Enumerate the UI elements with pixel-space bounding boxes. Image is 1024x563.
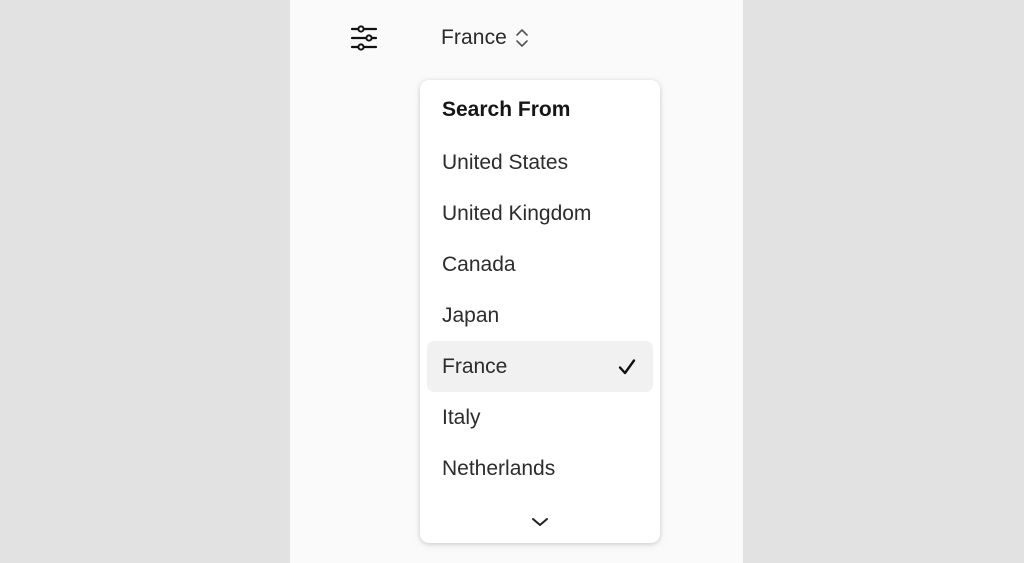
country-option[interactable]: United Kingdom bbox=[427, 188, 653, 239]
country-option[interactable]: Netherlands bbox=[427, 443, 653, 494]
sliders-icon bbox=[350, 25, 378, 51]
country-option[interactable]: France bbox=[427, 341, 653, 392]
country-option-label: Japan bbox=[442, 304, 500, 327]
dropdown-title: Search From bbox=[442, 98, 571, 121]
country-dropdown-menu: Search From United States United Kingdom C… bbox=[420, 80, 660, 543]
filter-settings-button[interactable] bbox=[346, 22, 382, 54]
country-option-label: France bbox=[442, 355, 508, 378]
country-option-label: Netherlands bbox=[442, 457, 556, 480]
country-options-list: United States United Kingdom Canada Japan Fr… bbox=[427, 137, 653, 494]
country-option-label: Italy bbox=[442, 406, 481, 429]
country-option-label: United Kingdom bbox=[442, 202, 592, 225]
country-option-label: Canada bbox=[442, 253, 516, 276]
selected-country-label: France bbox=[441, 26, 507, 49]
country-option[interactable]: Canada bbox=[427, 239, 653, 290]
country-option[interactable]: Japan bbox=[427, 290, 653, 341]
checkmark-icon bbox=[618, 359, 636, 375]
country-option[interactable]: Italy bbox=[427, 392, 653, 443]
country-option[interactable]: United States bbox=[427, 137, 653, 188]
country-option-label: United States bbox=[442, 151, 569, 174]
chevron-down-icon bbox=[532, 518, 548, 526]
country-selector[interactable]: France bbox=[441, 22, 529, 54]
scroll-down-button[interactable] bbox=[528, 512, 552, 532]
chevron-up-down-icon bbox=[515, 27, 529, 49]
